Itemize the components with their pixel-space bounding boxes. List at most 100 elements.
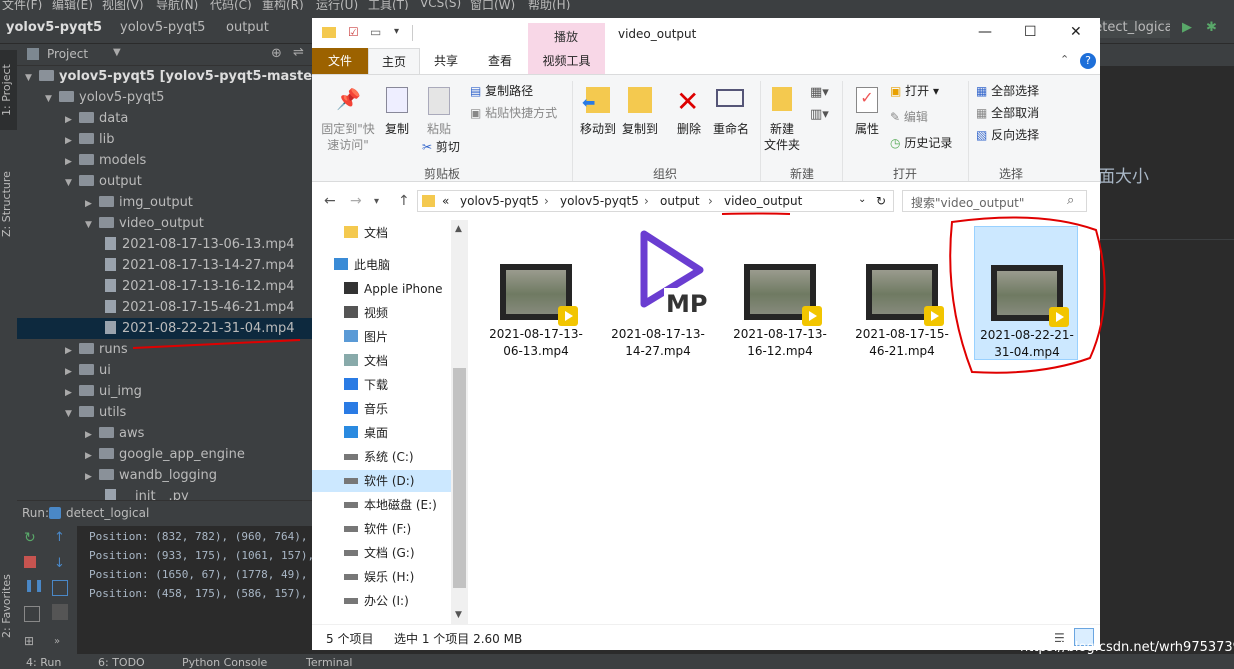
pin-to-quick-access-button[interactable]: 固定到"快 速访问" [314,121,382,153]
tree-folder-item[interactable]: ▶ lib [17,129,312,150]
new-folder-button[interactable]: 新建 文件夹 [762,121,802,153]
copy-path-button[interactable]: ▤ 复制路径 [470,83,533,99]
menu-item[interactable]: 编辑(E) [52,0,93,10]
tree-folder-item[interactable]: ▶ img_output [17,192,312,213]
collapsed-arrow-icon[interactable]: ▶ [85,446,99,467]
menu-item[interactable]: 重构(R) [262,0,304,10]
menu-item[interactable]: VCS(S) [420,0,461,10]
nav-item[interactable]: 下载 [344,374,388,396]
up-icon[interactable]: ↑ [398,193,410,209]
tree-folder-item[interactable]: ▶ data [17,108,312,129]
tool-tab-favorites[interactable]: 2: Favorites [0,564,17,648]
menu-item[interactable]: 导航(N) [156,0,198,10]
nav-scrollbar[interactable]: ▲ ▼ [451,220,468,624]
search-box[interactable]: 搜索"video_output" ⌕ [902,190,1087,212]
collapsed-arrow-icon[interactable]: ▶ [65,341,79,362]
tab-view[interactable]: 查看 [476,48,524,74]
tool-tab-todo[interactable]: 6: TODO [98,656,145,669]
pause-icon[interactable]: ❚❚ [24,578,44,594]
run-config-select[interactable]: detect_logical [1100,20,1170,38]
rerun-icon[interactable]: ↻ [24,530,40,546]
breadcrumb-output[interactable]: output [226,20,269,35]
run-config-name[interactable]: detect_logical [66,506,149,520]
minimize-icon[interactable]: — [978,24,992,40]
menu-item[interactable]: 工具(T) [368,0,409,10]
address-overflow[interactable]: « [442,194,449,208]
tree-folder-item[interactable]: ▶ ui_img [17,381,312,402]
tab-file[interactable]: 文件 [312,48,368,74]
cut-button[interactable]: ✂ 剪切 [422,139,460,155]
new-folder-icon[interactable]: ▭ [370,25,381,39]
expanded-arrow-icon[interactable]: ▼ [65,404,79,425]
rename-button[interactable]: 重命名 [710,121,752,137]
breadcrumb-folder[interactable]: yolov5-pyqt5 [120,20,205,35]
copy-to-button[interactable]: 复制到 [620,121,660,137]
menu-item[interactable]: 帮助(H) [528,0,570,10]
nav-item[interactable]: 图片 [344,326,388,348]
tree-folder-item[interactable]: ▼ utils [17,402,312,423]
back-icon[interactable]: ← [324,193,336,209]
debug-icon[interactable]: ✱ [1206,20,1217,35]
file-item[interactable]: MP4 2021-08-17-13- 14-27.mp4 [606,226,710,360]
collapsed-arrow-icon[interactable]: ▶ [85,425,99,446]
tree-folder-item[interactable]: ▶ aws [17,423,312,444]
expanded-arrow-icon[interactable]: ▼ [65,173,79,194]
run-console[interactable]: Position: (832, 782), (960, 764), Obj Po… [77,526,312,654]
tree-folder-item[interactable]: ▶ models [17,150,312,171]
select-all-button[interactable]: ▦ 全部选择 [976,83,1039,99]
qat-chevron-icon[interactable]: ▾ [394,26,399,37]
address-segment-current[interactable]: video_output [724,194,802,208]
expanded-arrow-icon[interactable]: ▼ [85,215,99,236]
paste-shortcut-button[interactable]: ▣ 粘贴快捷方式 [470,105,557,121]
nav-item[interactable]: 系统 (C:) [344,446,414,468]
nav-item[interactable]: 文档 [344,350,388,372]
tab-home[interactable]: 主页 [368,48,420,74]
project-panel-title[interactable]: Project [47,47,88,61]
file-item[interactable]: 2021-08-17-13- 16-12.mp4 [728,226,832,360]
close-icon[interactable]: ✕ [1070,24,1082,40]
tree-folder-item[interactable]: ▼ output [17,171,312,192]
menu-item[interactable]: 文件(F) [2,0,42,10]
locate-icon[interactable]: ⊕ [271,46,282,61]
tree-folder-item[interactable]: ▶ google_app_engine [17,444,312,465]
collapsed-arrow-icon[interactable]: ▶ [65,110,79,131]
nav-item[interactable]: Apple iPhone [344,278,442,300]
collapsed-arrow-icon[interactable]: ▶ [85,467,99,488]
forward-icon[interactable]: → [350,193,362,209]
address-dropdown-icon[interactable]: ⌄ [858,194,866,205]
nav-item[interactable]: 本地磁盘 (E:) [344,494,437,516]
print-icon[interactable] [52,604,68,620]
tree-folder-item[interactable]: ▼ yolov5-pyqt5 [17,87,312,108]
properties-button[interactable]: 属性 [850,121,884,137]
easy-access-icon[interactable]: ▥▾ [810,107,829,122]
tree-folder-item[interactable]: ▶ wandb_logging [17,465,312,486]
help-icon[interactable]: ? [1080,53,1096,69]
tree-file-item[interactable]: __init__.py [17,486,312,500]
recent-chevron-icon[interactable]: ▾ [374,196,379,207]
expanded-arrow-icon[interactable]: ▼ [45,89,59,110]
pin-icon[interactable]: ⊞ [24,634,40,650]
address-bar[interactable]: « yolov5-pyqt5 › yolov5-pyqt5 › output ›… [417,190,894,212]
delete-button[interactable]: 删除 [672,121,706,137]
properties-icon[interactable]: ☑ [348,25,359,39]
scroll-down-icon[interactable]: ↓ [54,556,70,572]
collapse-ribbon-icon[interactable]: ⌃ [1060,53,1069,66]
nav-item[interactable]: 娱乐 (H:) [344,566,414,588]
menu-item[interactable]: 运行(U) [316,0,358,10]
tree-folder-item[interactable]: ▼ video_output [17,213,312,234]
settings-icon[interactable]: ⇌ [293,45,304,60]
nav-item[interactable]: 文档 [344,222,388,244]
run-icon[interactable]: ▶ [1182,20,1192,35]
paste-button[interactable]: 粘贴 [422,121,456,137]
nav-item[interactable]: 文档 (G:) [344,542,415,564]
tool-tab-project[interactable]: 1: Project [0,50,17,130]
address-segment[interactable]: yolov5-pyqt5 [460,194,539,208]
tab-share[interactable]: 共享 [422,48,470,74]
file-item[interactable]: 2021-08-17-15- 46-21.mp4 [850,226,954,360]
more-icon[interactable]: » [54,636,70,652]
maximize-icon[interactable]: ☐ [1024,24,1037,40]
collapsed-arrow-icon[interactable]: ▶ [65,152,79,173]
menu-item[interactable]: 代码(C) [210,0,252,10]
file-item[interactable]: 2021-08-22-21- 31-04.mp4 [974,226,1078,360]
tree-file-item[interactable]: 2021-08-17-13-06-13.mp4 [17,234,312,255]
